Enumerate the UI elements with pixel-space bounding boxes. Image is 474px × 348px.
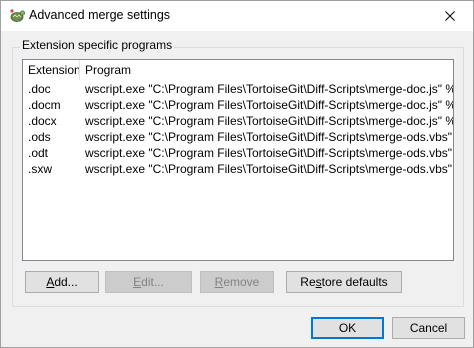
list-row[interactable]: .docx wscript.exe "C:\Program Files\Tort… bbox=[23, 113, 453, 129]
edit-button[interactable]: Edit... bbox=[105, 271, 192, 293]
column-header-program[interactable]: Program bbox=[80, 60, 453, 80]
list-row[interactable]: .odt wscript.exe "C:\Program Files\Torto… bbox=[23, 145, 453, 161]
cancel-button[interactable]: Cancel bbox=[392, 317, 465, 339]
restore-defaults-button[interactable]: Re s tore defaults bbox=[286, 271, 402, 293]
extension-cell: .doc bbox=[28, 82, 51, 96]
program-cell: wscript.exe "C:\Program Files\TortoiseGi… bbox=[85, 146, 454, 160]
extension-cell: .docx bbox=[28, 114, 57, 128]
ok-button[interactable]: OK bbox=[311, 317, 384, 339]
extension-cell: .odt bbox=[28, 146, 49, 160]
close-button[interactable] bbox=[427, 1, 473, 31]
column-header-extension[interactable]: Extension bbox=[23, 60, 81, 80]
program-cell: wscript.exe "C:\Program Files\TortoiseGi… bbox=[85, 162, 454, 176]
program-cell: wscript.exe "C:\Program Files\TortoiseGi… bbox=[85, 114, 454, 128]
groupbox-label: Extension specific programs bbox=[20, 38, 175, 52]
program-cell: wscript.exe "C:\Program Files\TortoiseGi… bbox=[85, 82, 454, 96]
extension-cell: .docm bbox=[28, 98, 61, 112]
close-icon bbox=[445, 11, 455, 21]
extension-cell: .ods bbox=[28, 130, 51, 144]
add-button[interactable]: Add... bbox=[25, 271, 99, 293]
list-row[interactable]: .ods wscript.exe "C:\Program Files\Torto… bbox=[23, 129, 453, 145]
dialog-window: Advanced merge settings Extension specif… bbox=[0, 0, 474, 348]
program-cell: wscript.exe "C:\Program Files\TortoiseGi… bbox=[85, 98, 454, 112]
title-bar[interactable]: Advanced merge settings bbox=[1, 1, 473, 31]
remove-button[interactable]: Remove bbox=[200, 271, 274, 293]
list-row[interactable]: .docm wscript.exe "C:\Program Files\Tort… bbox=[23, 97, 453, 113]
tortoisegit-app-icon bbox=[9, 7, 26, 23]
list-row[interactable]: .sxw wscript.exe "C:\Program Files\Torto… bbox=[23, 161, 453, 177]
program-cell: wscript.exe "C:\Program Files\TortoiseGi… bbox=[85, 130, 454, 144]
list-row[interactable]: .doc wscript.exe "C:\Program Files\Torto… bbox=[23, 81, 453, 97]
extension-cell: .sxw bbox=[28, 162, 52, 176]
list-header: Extension Program bbox=[23, 60, 453, 80]
extension-programs-list[interactable]: Extension Program .doc wscript.exe "C:\P… bbox=[22, 59, 454, 261]
window-title: Advanced merge settings bbox=[29, 8, 171, 22]
